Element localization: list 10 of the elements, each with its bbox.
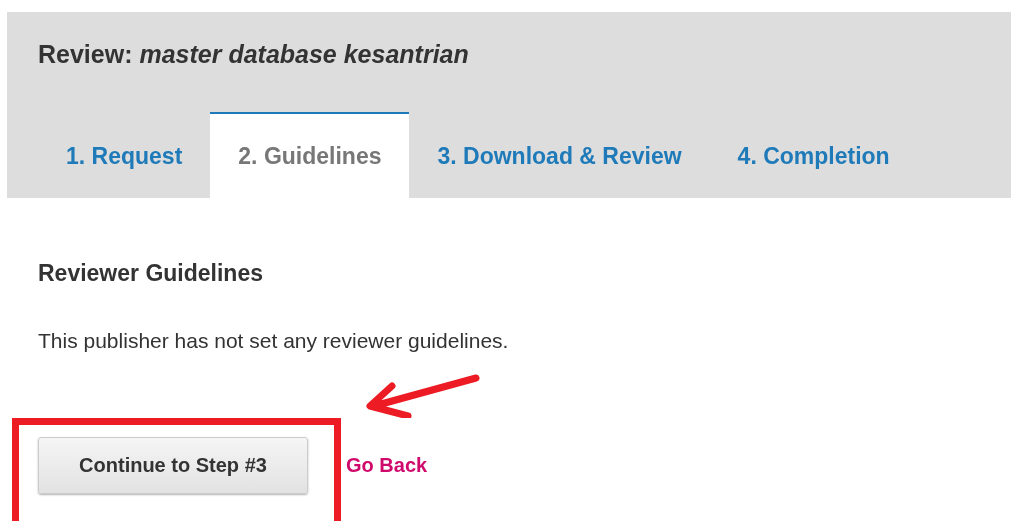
step-tab[interactable]: 3. Download & Review xyxy=(409,112,710,198)
section-heading: Reviewer Guidelines xyxy=(38,260,264,287)
guidelines-text: This publisher has not set any reviewer guidelines. xyxy=(38,329,510,353)
step-tab[interactable]: 4. Completion xyxy=(709,112,918,198)
continue-button[interactable]: Continue to Step #3 xyxy=(38,437,308,494)
step-tab[interactable]: 1. Request xyxy=(38,112,211,198)
review-title: Review: master database kesantrian xyxy=(37,39,470,69)
annotation-arrow-icon xyxy=(364,372,482,418)
step-tab[interactable]: 2. Guidelines xyxy=(210,112,410,198)
go-back-link[interactable]: Go Back xyxy=(346,454,428,477)
